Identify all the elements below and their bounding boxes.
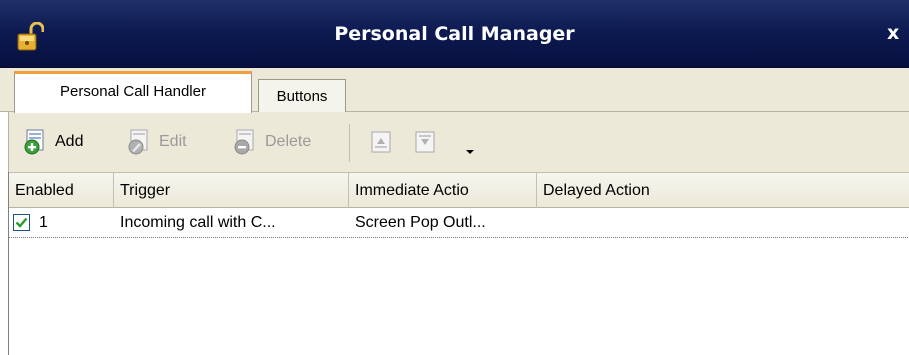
tab-strip: Personal Call Handler Buttons: [0, 68, 909, 113]
column-header-enabled[interactable]: Enabled: [9, 173, 114, 208]
cell-delayed-action: [537, 208, 909, 237]
add-document-icon: [24, 129, 44, 155]
delete-document-icon: [234, 129, 254, 155]
cell-trigger: Incoming call with C...: [120, 214, 276, 231]
move-down-icon: [415, 131, 435, 153]
toolbar-separator: [349, 124, 350, 162]
tab-buttons[interactable]: Buttons: [258, 79, 346, 113]
grid-header: Enabled Trigger Immediate Actio Delayed …: [9, 172, 909, 208]
edit-button[interactable]: Edit: [127, 112, 187, 172]
window-title: Personal Call Manager: [334, 23, 575, 45]
delete-button[interactable]: Delete: [233, 112, 311, 172]
toolbar: Add Edit Delete: [8, 112, 909, 172]
tab-personal-call-handler[interactable]: Personal Call Handler: [14, 71, 252, 113]
column-header-delayed-action[interactable]: Delayed Action: [537, 173, 909, 208]
column-header-immediate-action[interactable]: Immediate Actio: [349, 173, 537, 208]
add-button[interactable]: Add: [23, 112, 83, 172]
edit-button-label: Edit: [159, 133, 187, 150]
move-up-icon: [371, 131, 391, 153]
edit-document-icon: [128, 129, 148, 155]
column-header-trigger[interactable]: Trigger: [114, 173, 349, 208]
row-number: 1: [39, 214, 48, 231]
cell-enabled: 1: [9, 208, 114, 237]
add-button-label: Add: [55, 133, 84, 150]
checkmark-icon: [15, 217, 28, 228]
enabled-checkbox[interactable]: [13, 214, 30, 231]
close-button[interactable]: x: [887, 18, 909, 48]
cell-immediate-action: Screen Pop Outl...: [355, 214, 486, 231]
move-up-button[interactable]: [369, 112, 401, 172]
chevron-down-icon[interactable]: [463, 142, 477, 162]
call-handler-grid: Enabled Trigger Immediate Actio Delayed …: [8, 172, 909, 355]
table-row[interactable]: 1 Incoming call with C... Screen Pop Out…: [9, 208, 909, 238]
move-down-button[interactable]: [413, 112, 445, 172]
delete-button-label: Delete: [265, 133, 312, 150]
title-bar: Personal Call Manager x: [0, 0, 909, 68]
personal-call-manager-window: Personal Call Manager x Personal Call Ha…: [0, 0, 909, 355]
